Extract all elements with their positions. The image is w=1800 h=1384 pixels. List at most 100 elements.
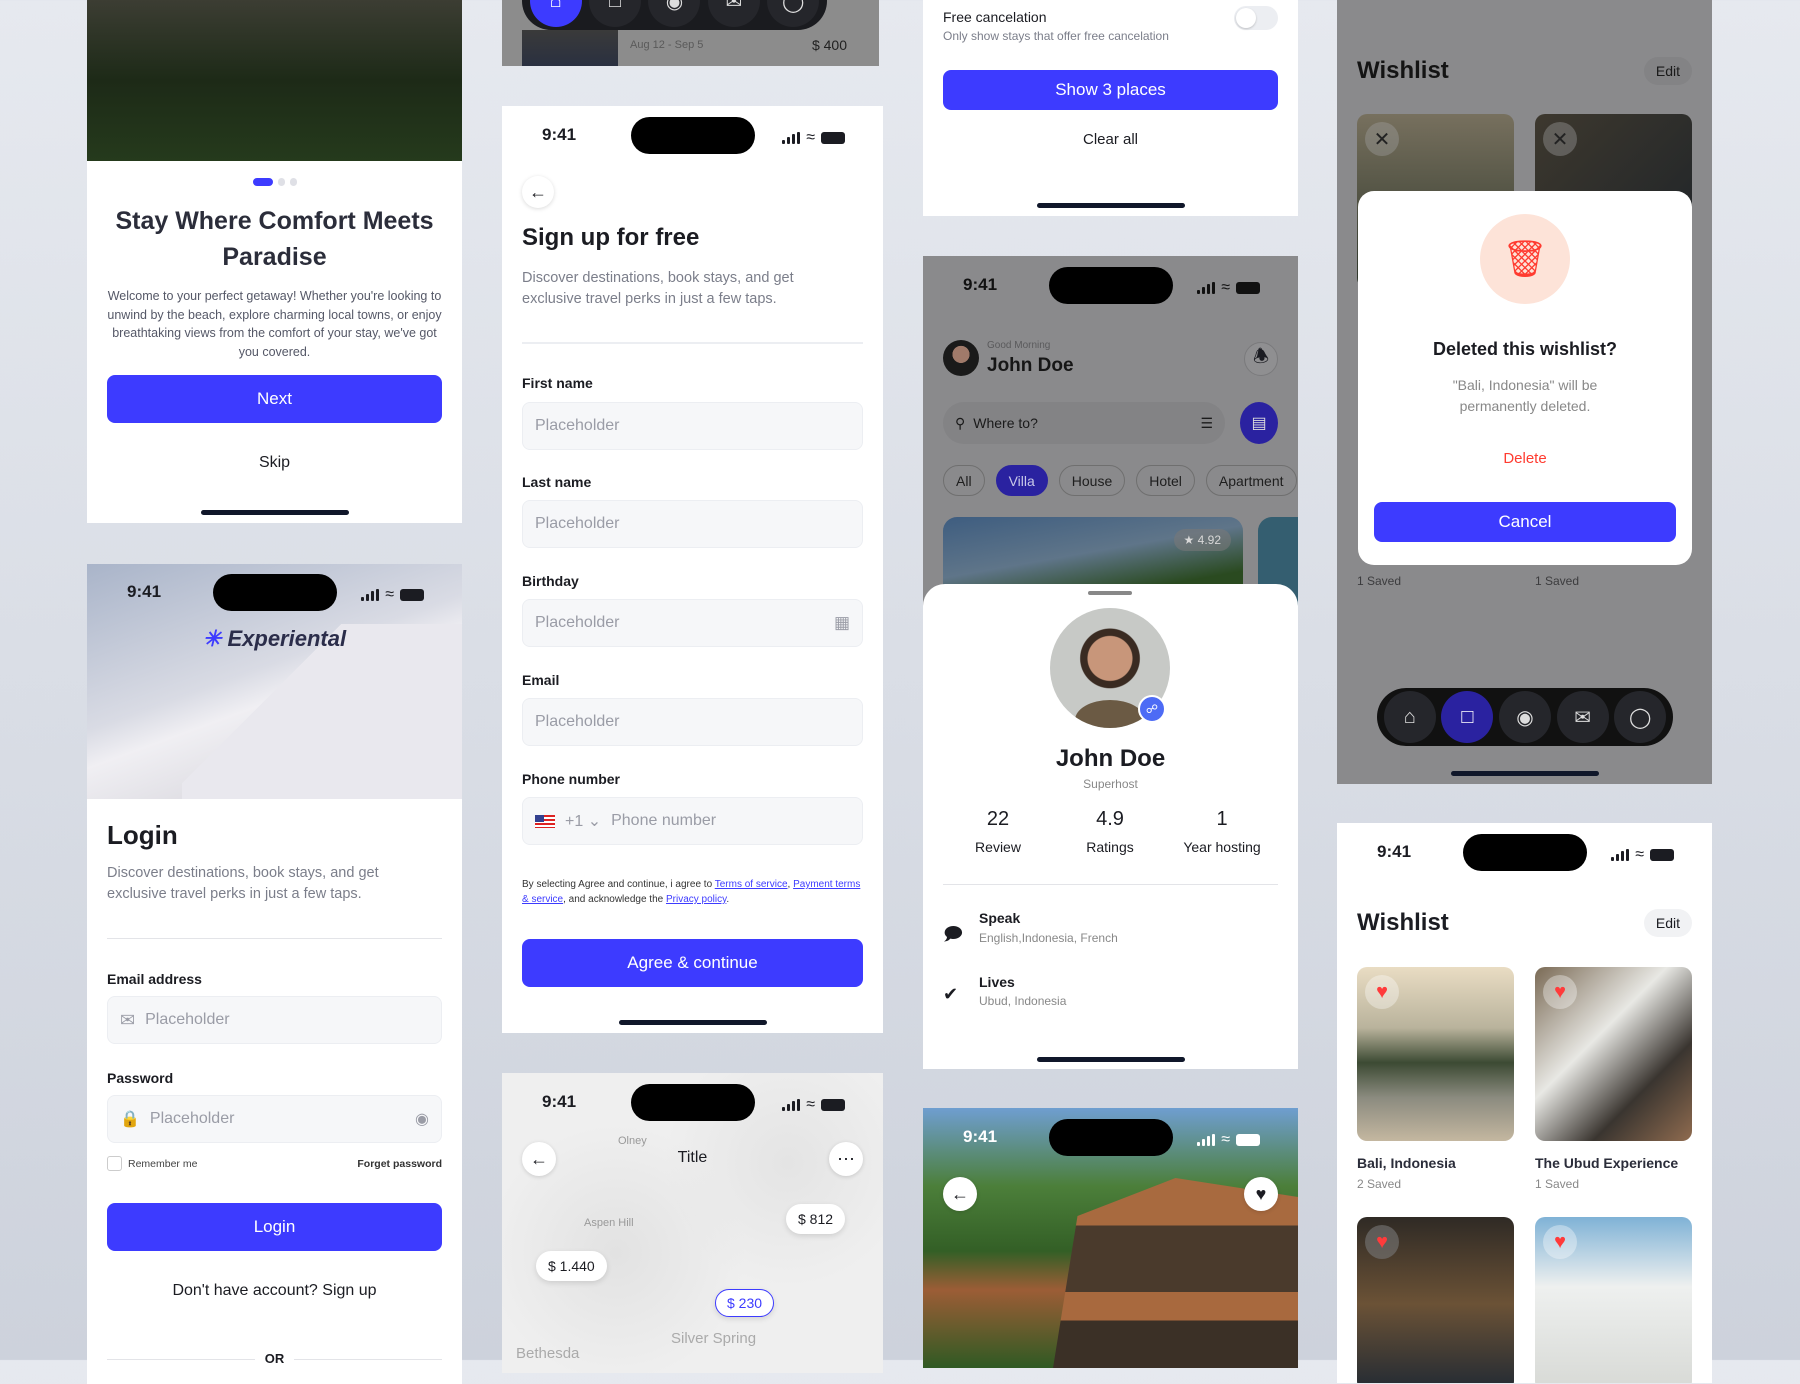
place-label: Aspen Hill [584,1217,634,1229]
user-name: John Doe [987,355,1074,376]
free-cancel-toggle[interactable] [1234,6,1278,30]
lock-icon: 🔒 [120,1111,140,1128]
wishlist-card-ubud[interactable]: ♥ [1535,967,1692,1141]
delete-button[interactable]: Delete [1358,450,1692,467]
home-indicator [1036,203,1185,208]
status-time: 9:41 [542,1092,577,1111]
next-button[interactable]: Next [107,375,442,423]
home-icon[interactable]: ⌂ [1383,691,1436,743]
dot[interactable] [289,178,297,186]
favorite-button[interactable]: ♥ [1244,1177,1278,1211]
map-icon: ▤ [1251,415,1267,432]
trash-icon: 🗑 [1480,214,1570,304]
verified-icon: ☍ [1138,695,1166,723]
chip-hotel[interactable]: Hotel [1136,465,1195,496]
first-name-input[interactable]: Placeholder [522,402,863,450]
heart-icon: ♥ [1255,1183,1267,1204]
first-name-label: First name [522,375,593,391]
wishlist-screen: 9:41 ≈ Wishlist Edit ♥ ♥ Bali, Indonesia… [1337,823,1712,1383]
dot[interactable] [277,178,285,186]
speak-value: English,Indonesia, French [979,931,1118,945]
location-icon[interactable]: ◉ [1498,691,1551,743]
place-label: Olney [618,1135,647,1147]
avatar[interactable] [943,340,979,376]
calendar-icon[interactable]: ▦ [834,613,850,633]
brand-logo: ✳ Experiental [202,626,347,651]
remember-checkbox[interactable] [107,1156,122,1171]
back-button[interactable]: ← [943,1177,977,1211]
more-button[interactable]: ⋯ [829,1142,863,1176]
user-icon[interactable]: ◯ [1614,691,1667,743]
heart-icon[interactable]: ♥ [1543,975,1577,1009]
chip-all[interactable]: All [943,465,985,496]
bell-icon: 🕭 [1252,346,1270,366]
price-pin[interactable]: $ 812 [786,1204,846,1234]
phone-input[interactable]: +1 ⌄ Phone number [522,797,863,845]
divider [107,938,442,939]
show-places-button[interactable]: Show 3 places [943,70,1278,110]
terms-link[interactable]: Terms of service [715,879,788,890]
bookmark-icon[interactable]: □ [1441,691,1494,743]
chat-icon[interactable]: ✉ [707,0,760,27]
user-icon[interactable]: ◯ [767,0,820,27]
rating-badge: ★ 4.92 [1173,529,1231,551]
chip-apartment[interactable]: Apartment [1205,465,1297,496]
trip-peek-screen: Aug 12 - Sep 5 $ 400 ⌂ □ ◉ ✉ ◯ [502,0,879,66]
signup-link[interactable]: Don't have account? Sign up [87,1282,462,1300]
forgot-password-link[interactable]: Forget password [357,1158,442,1170]
heart-icon[interactable]: ♥ [1365,975,1399,1009]
cancel-button[interactable]: Cancel [1374,502,1676,542]
sheet-handle[interactable] [1088,591,1132,595]
price-pin[interactable]: $ 1.440 [536,1251,607,1281]
last-name-input[interactable]: Placeholder [522,500,863,548]
wishlist-card[interactable]: ♥ [1357,1217,1514,1383]
privacy-link[interactable]: Privacy policy [666,894,726,905]
login-button[interactable]: Login [107,1203,442,1251]
back-button[interactable]: ← [522,176,554,208]
remember-me[interactable]: Remember me [107,1156,197,1171]
email-input[interactable]: Placeholder [522,698,863,746]
onboarding-screen: Stay Where Comfort Meets Paradise Welcom… [87,0,462,523]
chip-villa[interactable]: Villa [995,465,1048,496]
country-code-select[interactable]: +1 ⌄ [565,811,601,831]
email-label: Email [522,672,560,688]
birthday-input[interactable]: Placeholder ▦ [522,599,863,647]
dot-active[interactable] [252,178,273,186]
skip-button[interactable]: Skip [87,454,462,472]
password-input[interactable]: 🔒 Placeholder ◉ [107,1095,442,1143]
bell-button[interactable]: 🕭 [1244,342,1278,376]
edit-button[interactable]: Edit [1643,909,1692,937]
stat-years: 1 Year hosting [1183,808,1261,855]
signup-desc: Discover destinations, book stays, and g… [522,270,794,307]
email-label: Email address [107,971,202,987]
email-input[interactable]: ✉ Placeholder [107,996,442,1044]
heart-icon[interactable]: ♥ [1543,1225,1577,1259]
chip-house[interactable]: House [1058,465,1126,496]
trip-price: $ 400 [811,37,847,53]
wishlist-name: The Ubud Experience [1535,1155,1679,1171]
home-icon[interactable]: ⌂ [529,0,582,27]
lives-value: Ubud, Indonesia [979,994,1067,1008]
chat-icon: 🗩 [943,924,963,944]
wishlist-card-bali[interactable]: ♥ [1357,967,1514,1141]
heart-icon[interactable]: ♥ [1365,1225,1399,1259]
mail-icon: ✉ [120,1009,136,1030]
wishlist-card[interactable]: ♥ [1535,1217,1692,1383]
sparkle-icon: ✳ [202,626,222,651]
clear-all-button[interactable]: Clear all [923,131,1298,148]
edit-button[interactable]: Edit [1643,57,1692,85]
status-bar: 9:41 ≈ [502,117,883,155]
agree-continue-button[interactable]: Agree & continue [522,939,863,987]
bookmark-icon[interactable]: □ [589,0,642,27]
map-button[interactable]: ▤ [1240,402,1278,444]
chat-icon[interactable]: ✉ [1556,691,1609,743]
price-pin-selected[interactable]: $ 230 [715,1289,775,1317]
eye-icon[interactable]: ◉ [415,1109,429,1129]
filter-icon[interactable]: ☰ [1200,415,1213,432]
home-indicator [200,510,349,515]
location-icon[interactable]: ◉ [648,0,701,27]
category-chips: All Villa House Hotel Apartment [943,465,1297,496]
signup-screen: 9:41 ≈ ← Sign up for free Discover desti… [502,106,883,1033]
search-input[interactable]: ⚲ Where to? ☰ [943,402,1225,444]
wishlist-name: Bali, Indonesia [1357,1155,1456,1171]
